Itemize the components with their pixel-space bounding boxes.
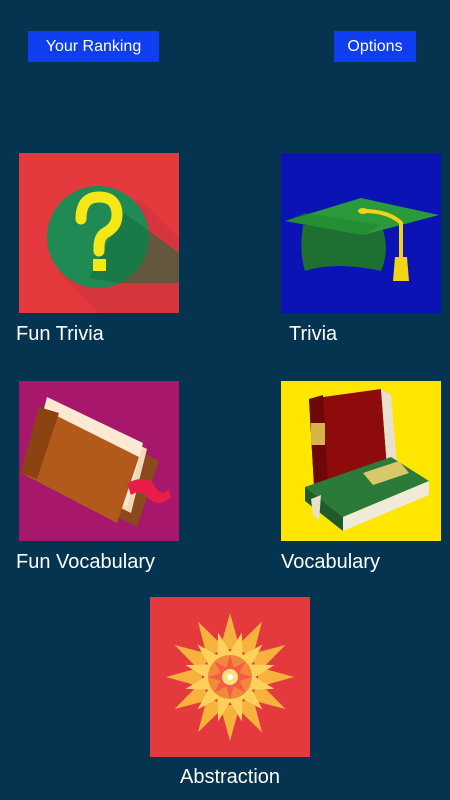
book-icon	[19, 381, 179, 541]
fun-trivia-tile[interactable]	[19, 153, 179, 313]
trivia-tile[interactable]	[281, 153, 441, 313]
fun-vocabulary-label[interactable]: Fun Vocabulary	[16, 550, 155, 574]
books-icon	[281, 381, 441, 541]
trivia-label[interactable]: Trivia	[289, 322, 337, 346]
your-ranking-button[interactable]: Your Ranking	[28, 31, 159, 62]
question-mark-icon	[19, 153, 179, 313]
abstraction-label[interactable]: Abstraction	[180, 765, 280, 789]
fun-vocabulary-tile[interactable]	[19, 381, 179, 541]
options-button[interactable]: Options	[334, 31, 416, 62]
vocabulary-tile[interactable]	[281, 381, 441, 541]
fun-trivia-label[interactable]: Fun Trivia	[16, 322, 104, 346]
abstraction-tile[interactable]	[150, 597, 310, 757]
graduation-cap-icon	[281, 153, 441, 313]
mandala-flower-icon	[150, 597, 310, 757]
vocabulary-label[interactable]: Vocabulary	[281, 550, 380, 574]
